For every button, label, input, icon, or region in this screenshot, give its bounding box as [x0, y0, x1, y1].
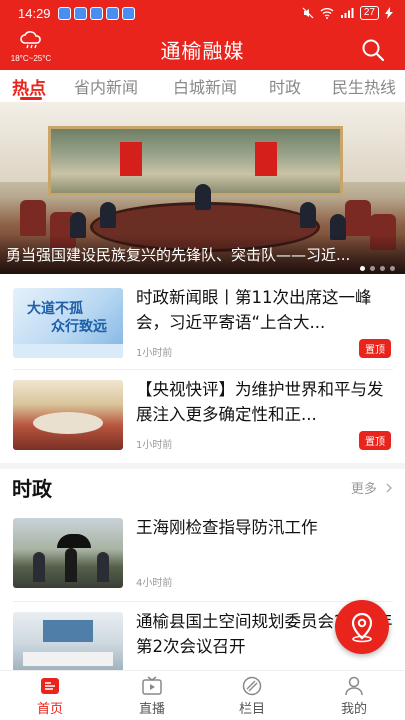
nav-home-label: 首页: [36, 702, 63, 717]
app-notification-icon: [74, 7, 87, 20]
section-title: 时政: [12, 477, 52, 501]
news-thumbnail: 大道不孤 众行致远: [13, 288, 123, 358]
news-title: 时政新闻眼丨第11次出席这一峰会，习近平寄语“上合大...: [136, 288, 372, 332]
signal-icon: [340, 8, 354, 18]
carousel-indicator: [360, 266, 395, 271]
mute-icon: [302, 7, 314, 19]
carousel-dot: [390, 266, 395, 271]
nav-columns[interactable]: 栏目: [212, 676, 292, 717]
app-notification-icon: [122, 7, 135, 20]
tab-province-news[interactable]: 省内新闻: [74, 74, 138, 98]
nav-mine[interactable]: 我的: [314, 676, 394, 717]
nav-mine-label: 我的: [340, 702, 367, 717]
wifi-icon: [320, 8, 334, 19]
user-icon: [345, 676, 363, 696]
active-tab-indicator: [20, 97, 42, 100]
carousel-dot: [360, 266, 365, 271]
news-item[interactable]: 大道不孤 众行致远 时政新闻眼丨第11次出席这一峰会，习近平寄语“上合大... …: [13, 288, 393, 366]
pinned-badge: 置顶: [359, 431, 391, 450]
carousel-dot: [370, 266, 375, 271]
app-notification-icon: [58, 7, 71, 20]
thumbnail-screen: [43, 620, 93, 642]
news-item[interactable]: 王海刚检查指导防汛工作 4小时前: [13, 518, 393, 596]
hero-banner[interactable]: 勇当强国建设民族复兴的先锋队、突击队——习近...: [0, 102, 405, 274]
news-time: 1小时前: [136, 440, 173, 451]
chevron-right-icon: [386, 483, 392, 493]
thumbnail-person: [97, 552, 109, 582]
hero-caption: 勇当强国建设民族复兴的先锋队、突击队——习近...: [6, 246, 351, 264]
thumbnail-text: 众行致远: [51, 319, 107, 335]
hero-image-person: [100, 202, 116, 228]
thumbnail-text: 大道不孤: [27, 301, 83, 317]
charging-icon: [385, 7, 393, 19]
bottom-nav: 首页 直播 栏目 我的: [0, 670, 405, 720]
news-time: 1小时前: [136, 348, 173, 359]
hero-image-person: [195, 184, 211, 210]
more-label: 更多: [350, 482, 377, 497]
app-notification-icon: [106, 7, 119, 20]
tab-hot[interactable]: 热点: [12, 74, 46, 99]
news-item[interactable]: 【央视快评】为维护世界和平与发展注入更多确定性和正... 1小时前 置顶: [13, 380, 393, 458]
section-separator: [0, 463, 405, 469]
hero-image-flag: [120, 142, 142, 176]
carousel-dot: [380, 266, 385, 271]
app-title: 通榆融媒: [160, 39, 245, 63]
news-title: 王海刚检查指导防汛工作: [136, 518, 318, 537]
channel-tabs: 热点 省内新闻 白城新闻 时政 民生热线: [0, 70, 405, 102]
battery-icon: 27: [359, 6, 379, 20]
thumbnail-person: [65, 548, 77, 582]
news-thumbnail: [13, 518, 123, 588]
hero-image-painting: [48, 126, 343, 196]
pinned-badge: 置顶: [359, 339, 391, 358]
news-thumbnail: [13, 380, 123, 450]
location-pin-icon: [351, 612, 373, 643]
thumbnail-decoration: [33, 412, 103, 434]
tab-livelihood-hotline[interactable]: 民生热线: [332, 74, 396, 98]
nav-live[interactable]: 直播: [112, 676, 192, 717]
columns-icon: [242, 676, 262, 696]
hero-image-chair: [345, 200, 371, 236]
header-bar: 14:29 27 18°C~25°C 通榆融媒: [0, 0, 405, 70]
more-link[interactable]: 更多: [351, 478, 393, 497]
status-bar: 14:29 27: [0, 0, 405, 28]
hero-image-flag: [255, 142, 277, 176]
nav-live-label: 直播: [138, 702, 165, 717]
live-tv-icon: [142, 676, 162, 695]
hero-image-chair: [20, 200, 46, 236]
home-icon: [41, 678, 59, 694]
tab-baicheng-news[interactable]: 白城新闻: [173, 74, 237, 98]
nav-home[interactable]: 首页: [10, 676, 90, 717]
news-time: 4小时前: [136, 578, 173, 589]
thumbnail-decoration: [13, 344, 123, 358]
status-time: 14:29: [18, 6, 51, 21]
search-icon[interactable]: [361, 38, 385, 62]
location-fab[interactable]: [335, 600, 389, 654]
list-divider: [13, 369, 393, 370]
thumbnail-person: [33, 552, 45, 582]
news-title: 【央视快评】为维护世界和平与发展注入更多确定性和正...: [136, 380, 384, 424]
system-status: 27: [302, 6, 393, 20]
tab-politics[interactable]: 时政: [269, 74, 301, 98]
nav-columns-label: 栏目: [238, 702, 265, 717]
thumbnail-table: [23, 652, 113, 666]
hero-image-person: [300, 202, 316, 228]
thumbnail-umbrella: [57, 534, 91, 548]
app-notification-icon: [90, 7, 103, 20]
notification-icons: [58, 7, 135, 20]
